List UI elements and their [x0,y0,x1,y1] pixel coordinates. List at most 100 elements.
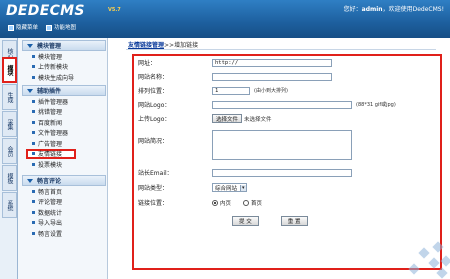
no-file-text: 未选择文件 [244,116,272,123]
menu-item-baidu-news[interactable]: 百度新闻 [22,117,106,128]
radio-inner-page-label: 内页 [220,200,232,207]
collapse-icon [27,43,33,48]
row-description: 网站简况： [134,130,440,160]
bullet-icon [32,152,35,156]
menu-item-import-export[interactable]: 导入导出 [22,218,106,229]
breadcrumb-sep: >> [164,42,175,49]
username[interactable]: admin [362,6,383,13]
row-position: 链接位置： 内页 首页 [134,198,440,207]
menu-item-changyan-home[interactable]: 畅言首页 [22,186,106,197]
menu-section-title[interactable]: 辅助插件 [22,85,106,96]
tab-generate[interactable]: 生成 [2,84,17,110]
radio-inner-page[interactable] [212,199,218,206]
chevron-down-icon: ▾ [240,184,246,191]
breadcrumb-link[interactable]: 友情链接管理 [128,42,164,49]
main-content: 友情链接管理>>增加链接 网址： http:// 网站名称： 排列位置： 1 (… [108,38,450,279]
menu-item-upload-module[interactable]: 上传新模块 [22,62,106,73]
reset-button[interactable]: 重 置 [280,216,308,226]
bullet-icon [32,120,35,124]
hide-menu-link[interactable]: 隐藏菜单 [8,23,38,31]
menu-section-module: 模块管理 模块管理 上传新模块 模块生成向导 [22,40,106,83]
bullet-icon [32,141,35,145]
site-name-label: 网站名称： [138,74,169,81]
menu-item-error-report[interactable]: 挑错管理 [22,107,106,118]
bullet-icon [32,54,35,58]
row-site-name: 网站名称： [134,72,440,81]
menu-item-comment-manage[interactable]: 评论管理 [22,197,106,208]
row-type: 网站类型： 综合网站 ▾ [134,183,440,192]
tab-collect[interactable]: 采集 [2,111,17,137]
menu-item-module-manage[interactable]: 模块管理 [22,51,106,62]
hide-menu-icon [8,24,14,31]
choose-file-button[interactable]: 选择文件 [212,114,243,123]
tab-system[interactable]: 系统 [2,192,17,218]
logo-version: V5.7 [108,7,121,13]
menu-section-title[interactable]: 畅言评论 [22,175,106,186]
menu-section-comments: 畅言评论 畅言首页 评论管理 数据统计 导入导出 畅言设置 [22,175,106,239]
bullet-icon [32,110,35,114]
row-logo: 网站Logo： (88*31 gif或jpg) [134,100,440,109]
order-input[interactable]: 1 [212,86,250,95]
breadcrumb-divider [126,49,436,50]
tab-module[interactable]: 模块 [2,57,17,83]
welcome-text: 您好：admin，欢迎使用DedeCMS! [344,4,444,13]
menu-item-module-wizard[interactable]: 模块生成向导 [22,72,106,83]
bullet-icon [32,65,35,69]
type-select[interactable]: 综合网站 ▾ [212,183,247,192]
menu-section-title[interactable]: 模块管理 [22,40,106,51]
bullet-icon [32,99,35,103]
sidebar-menu: 模块管理 模块管理 上传新模块 模块生成向导 辅助插件 插件管理器 挑错管理 百… [18,38,108,279]
order-hint: (由小到大排列) [254,88,288,94]
menu-item-changyan-settings[interactable]: 畅言设置 [22,228,106,239]
description-label: 网站简况： [138,138,169,145]
logo: DEDECMS [6,3,85,19]
row-upload-logo: 上传Logo： 选择文件 未选择文件 [134,114,440,123]
row-order: 排列位置： 1 (由小到大排列) [134,86,440,95]
url-input[interactable]: http:// [212,58,332,67]
menu-item-vote-module[interactable]: 投票模块 [22,159,106,170]
tab-template[interactable]: 模板 [2,165,17,191]
menu-item-friend-links[interactable]: 友情链接 [26,148,76,159]
collapse-icon [27,88,33,93]
decorative-pattern [408,241,450,279]
row-url: 网址： http:// [134,58,440,67]
welcome-prefix: 您好： [343,6,362,13]
radio-home-page-label: 首页 [251,200,263,207]
description-textarea[interactable] [212,130,352,160]
menu-item-file-manager[interactable]: 文件管理器 [22,128,106,139]
row-actions: 提 交 重 置 [134,216,440,226]
header-links: 隐藏菜单 功能地图 [0,20,450,34]
bullet-icon [32,200,35,204]
site-name-input[interactable] [212,72,332,81]
function-map-link[interactable]: 功能地图 [46,23,76,31]
breadcrumb-current: 增加链接 [174,42,199,49]
logo-hint: (88*31 gif或jpg) [356,102,396,108]
order-label: 排列位置： [138,88,169,95]
bullet-icon [32,231,35,235]
url-label: 网址： [138,60,157,67]
menu-item-ad-manager[interactable]: 广告管理 [22,138,106,149]
menu-item-plugin-manager[interactable]: 插件管理器 [22,96,106,107]
row-email: 站长Email： [134,168,440,177]
welcome-suffix: ，欢迎使用DedeCMS! [382,6,444,13]
tab-member[interactable]: 会员 [2,138,17,164]
email-label: 站长Email： [138,170,173,177]
bullet-icon [32,131,35,135]
email-input[interactable] [212,168,352,177]
logo-input[interactable] [212,100,352,109]
bullet-icon [32,189,35,193]
submit-button[interactable]: 提 交 [232,216,259,226]
upload-logo-label: 上传Logo： [138,116,171,123]
menu-item-statistics[interactable]: 数据统计 [22,207,106,218]
logo-label: 网站Logo： [138,102,171,109]
bullet-icon [32,210,35,214]
position-label: 链接位置： [138,200,169,207]
breadcrumb: 友情链接管理>>增加链接 [128,40,198,49]
map-icon [46,24,52,31]
menu-section-plugins: 辅助插件 插件管理器 挑错管理 百度新闻 文件管理器 广告管理 友情链接 投票模… [22,85,106,170]
bullet-icon [32,162,35,166]
collapse-icon [27,178,33,183]
bullet-icon [32,221,35,225]
radio-home-page[interactable] [243,199,250,206]
type-label: 网站类型： [138,185,169,192]
